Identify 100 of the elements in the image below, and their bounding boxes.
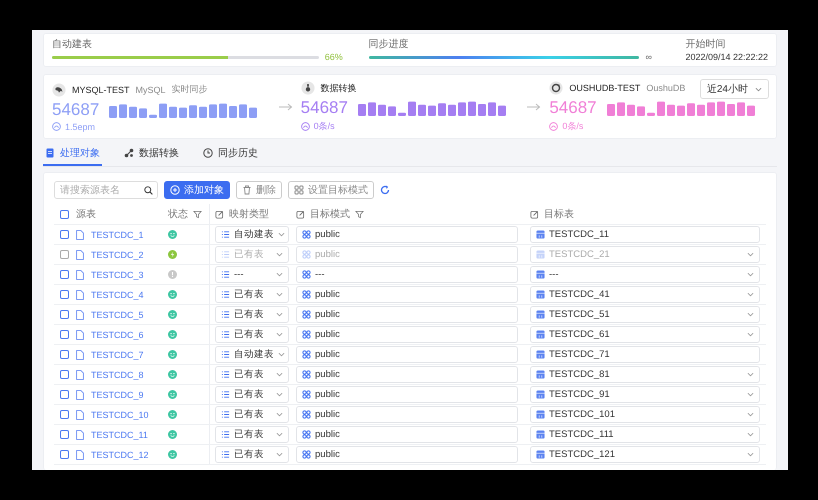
select-all-checkbox[interactable] xyxy=(60,210,69,218)
database-icon xyxy=(549,81,564,95)
delete-button[interactable]: 删除 xyxy=(236,181,282,199)
row-checkbox[interactable] xyxy=(60,350,69,359)
source-table-link[interactable]: TESTCDC_12 xyxy=(91,450,149,460)
smiley-icon xyxy=(168,410,177,419)
column-header: 目标模式 xyxy=(310,208,350,221)
target-table-select[interactable]: TESTCDC_101 xyxy=(530,406,760,423)
smiley-icon xyxy=(168,430,177,439)
tab[interactable]: 同步历史 xyxy=(201,146,260,166)
row-checkbox[interactable] xyxy=(60,390,69,399)
source-table-link[interactable]: TESTCDC_7 xyxy=(91,350,144,360)
source-table-link[interactable]: TESTCDC_4 xyxy=(91,290,144,300)
row-checkbox[interactable] xyxy=(60,230,69,239)
row-checkbox[interactable] xyxy=(60,430,69,439)
mapping-type-select[interactable]: 已有表 xyxy=(215,306,289,323)
chevron-icon xyxy=(747,432,754,437)
node-type: MySQL xyxy=(136,84,166,94)
schema-field[interactable]: public xyxy=(296,306,518,323)
target-table-select[interactable]: TESTCDC_121 xyxy=(530,446,760,463)
schema-field[interactable]: public xyxy=(296,406,518,423)
target-table-select[interactable]: --- xyxy=(530,266,760,283)
progress-label: 自动建表 xyxy=(52,38,93,51)
source-table-link[interactable]: TESTCDC_11 xyxy=(91,430,148,440)
smiley-icon xyxy=(168,370,177,379)
schema-field[interactable]: public xyxy=(296,226,518,243)
target-table-select[interactable]: TESTCDC_51 xyxy=(530,306,760,323)
mapping-type-select[interactable]: 已有表 xyxy=(215,326,289,343)
table-icon xyxy=(536,230,545,239)
mapping-type-select[interactable]: 已有表 xyxy=(215,366,289,383)
grid-icon xyxy=(302,330,311,339)
node-name: MYSQL-TEST xyxy=(72,84,130,94)
time-range-select[interactable]: 近24小时 xyxy=(700,79,769,99)
row-checkbox[interactable] xyxy=(60,330,69,339)
filter-icon[interactable] xyxy=(355,210,364,218)
row-checkbox[interactable] xyxy=(60,370,69,379)
mapping-type-select[interactable]: 已有表 xyxy=(215,286,289,303)
edit-icon xyxy=(530,210,539,218)
mapping-type-select[interactable]: 已有表 xyxy=(215,406,289,423)
schema-field[interactable]: public xyxy=(296,326,518,343)
source-table-link[interactable]: TESTCDC_5 xyxy=(91,310,144,320)
source-table-link[interactable]: TESTCDC_8 xyxy=(91,370,144,380)
target-table-select[interactable]: TESTCDC_91 xyxy=(530,386,760,403)
schema-field[interactable]: --- xyxy=(296,266,518,283)
mapping-type-select[interactable]: 自动建表 xyxy=(215,346,289,363)
target-table-select[interactable]: TESTCDC_81 xyxy=(530,366,760,383)
smiley-icon xyxy=(168,390,177,399)
target-table-select[interactable]: TESTCDC_61 xyxy=(530,326,760,343)
mapping-type-select[interactable]: 已有表 xyxy=(215,426,289,443)
mapping-type-select[interactable]: 已有表 xyxy=(215,446,289,463)
schema-button[interactable]: 设置目标模式 xyxy=(288,181,374,199)
source-table-link[interactable]: TESTCDC_9 xyxy=(91,390,144,400)
grid-icon xyxy=(302,370,311,379)
schema-field[interactable]: public xyxy=(296,286,518,303)
schema-field[interactable]: public xyxy=(296,386,518,403)
target-table-select[interactable]: TESTCDC_111 xyxy=(530,426,760,443)
chevron-icon xyxy=(278,232,285,237)
grid-icon xyxy=(302,450,311,459)
smiley-icon xyxy=(168,330,177,339)
chevron-icon xyxy=(276,392,283,397)
schema-field[interactable]: public xyxy=(296,446,518,463)
nodes-icon xyxy=(124,148,134,158)
grid-icon xyxy=(294,185,304,195)
progress-label: 同步进度 xyxy=(368,38,410,51)
table-icon xyxy=(536,270,545,279)
grid-icon xyxy=(302,350,311,359)
target-table-field[interactable]: TESTCDC_11 xyxy=(530,226,760,243)
record-count: 54687 xyxy=(300,98,348,118)
target-table-select[interactable]: TESTCDC_41 xyxy=(530,286,760,303)
schema-field[interactable]: public xyxy=(296,346,518,363)
refresh-icon[interactable] xyxy=(380,185,390,195)
add-button[interactable]: 添加对象 xyxy=(164,181,230,199)
mapping-type-select[interactable]: 自动建表 xyxy=(215,226,289,243)
row-checkbox[interactable] xyxy=(60,310,69,319)
edit-icon xyxy=(215,210,224,218)
source-table-link[interactable]: TESTCDC_10 xyxy=(91,410,149,420)
edit-icon xyxy=(296,210,305,218)
mapping-type-select[interactable]: --- xyxy=(215,266,289,283)
row-checkbox[interactable] xyxy=(60,410,69,419)
mapping-type-select[interactable]: 已有表 xyxy=(215,386,289,403)
schema-field[interactable]: public xyxy=(296,426,518,443)
chevron-icon xyxy=(276,252,283,257)
target-table-field[interactable]: TESTCDC_71 xyxy=(530,346,760,363)
smiley-icon xyxy=(168,230,177,239)
row-checkbox[interactable] xyxy=(60,450,69,459)
row-checkbox[interactable] xyxy=(60,290,69,299)
source-table-link[interactable]: TESTCDC_6 xyxy=(91,330,144,340)
table-icon xyxy=(536,250,545,259)
chevron-icon xyxy=(276,372,283,377)
tab[interactable]: 数据转换 xyxy=(122,146,181,166)
schema-field[interactable]: public xyxy=(296,366,518,383)
chevron-icon xyxy=(755,86,762,92)
search-field[interactable]: 请搜索源表名 xyxy=(54,181,158,199)
filter-icon[interactable] xyxy=(193,210,202,218)
row-checkbox[interactable] xyxy=(60,270,69,279)
source-table-link[interactable]: TESTCDC_3 xyxy=(91,270,144,280)
source-table-link[interactable]: TESTCDC_1 xyxy=(91,230,144,240)
tab[interactable]: 处理对象 xyxy=(43,146,102,166)
trash-icon xyxy=(242,185,252,195)
table-icon xyxy=(536,430,545,439)
